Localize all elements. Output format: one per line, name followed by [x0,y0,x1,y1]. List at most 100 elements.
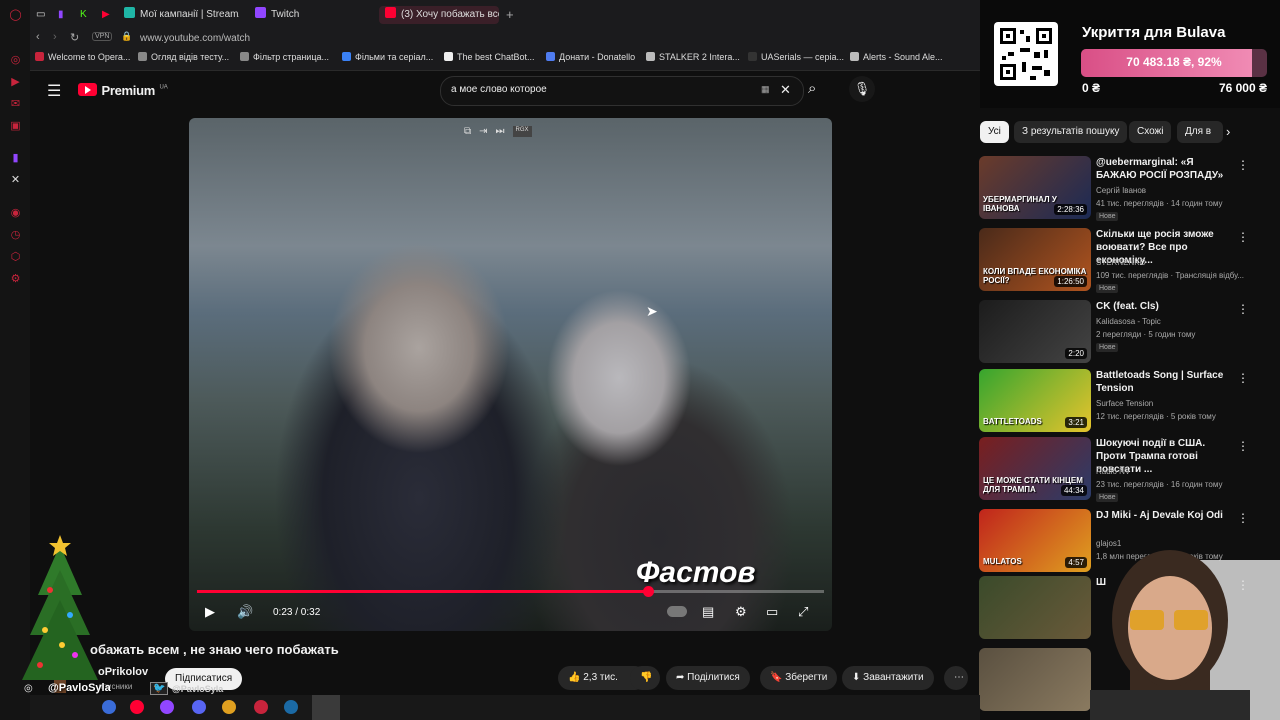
more-options-icon[interactable]: ⋮ [1237,158,1249,172]
autoplay-toggle[interactable] [667,606,687,617]
more-options-icon[interactable]: ⋮ [1237,439,1249,453]
settings-gear-icon[interactable]: ⚙ [735,604,747,620]
more-options-icon[interactable]: ⋮ [1237,371,1249,385]
discord-taskbar-icon[interactable] [192,700,206,714]
chip-all[interactable]: Усі [980,121,1009,143]
related-title[interactable]: @uebermarginal: «Я БАЖАЮ РОСІЇ РОЗПАДУ» [1096,156,1226,182]
subtitles-icon[interactable]: ▤ [702,604,714,620]
video-thumbnail[interactable]: ЦЕ МОЖЕ СТАТИ КІНЦЕМ ДЛЯ ТРАМПА 44:34 [979,437,1091,500]
related-video-item[interactable]: КОЛИ ВПАДЕ ЕКОНОМІКА РОСІЇ? 1:26:50 Скільк… [979,228,1269,293]
chip-from-search[interactable]: З результатів пошуку [1014,121,1128,143]
related-channel[interactable]: Kalidasosa - Topic [1096,317,1161,326]
related-channel[interactable]: Radio NV [1096,467,1130,476]
progress-bar[interactable] [197,586,824,597]
steam-taskbar-icon[interactable] [284,700,298,714]
twitch-taskbar-icon[interactable] [160,700,174,714]
chip-for-you[interactable]: Для в [1177,121,1223,143]
chip-similar[interactable]: Схожі [1129,121,1172,143]
fullscreen-icon[interactable]: ⤢ [798,604,808,620]
bookmark-item[interactable]: Огляд відів тесту... [138,52,229,62]
extensions-icon[interactable]: ⬡ [9,251,22,264]
video-thumbnail[interactable]: BATTLETOADS 3:21 [979,369,1091,432]
play-icon[interactable]: ▶ [205,604,215,620]
related-title[interactable]: Battletoads Song | Surface Tension [1096,369,1226,395]
share-button[interactable]: ➦ Поділитися [666,666,750,690]
messenger-icon[interactable]: ✉ [9,98,22,111]
back-icon[interactable]: ‹ [36,31,40,43]
bookmark-item[interactable]: UASerials — серіа... [748,52,844,62]
microphone-icon[interactable]: 🎙 [849,76,875,102]
related-video-item[interactable]: УБЕРМАРГИНАЛ У ІВАНОВА 2:28:36 @uebermargi… [979,156,1269,221]
tab-pinned-twitch-icon[interactable]: ▮ [58,6,70,24]
related-channel[interactable]: STERNENKO [1096,258,1146,267]
tab-streamadv[interactable]: Мої кампанії | StreamAdv [124,6,239,24]
tab-overview-icon[interactable]: ▭ [36,6,48,24]
dislike-button[interactable]: 👎 [630,666,660,690]
youtube-taskbar-icon[interactable] [130,700,144,714]
sidebar-icon-2[interactable]: ▶ [9,76,22,89]
pip-icon[interactable]: ⧉ [464,126,471,137]
related-channel[interactable]: Surface Tension [1096,399,1153,408]
bookmark-item[interactable]: Фільми та серіал... [342,52,433,62]
url-field[interactable]: www.youtube.com/watch [140,31,480,46]
related-video-item[interactable]: 2:20 CK (feat. Cls) Kalidasosa - Topic 2 пе… [979,300,1269,364]
bookmark-favicon-icon [240,52,249,61]
tab-pinned-kick-icon[interactable]: K [80,6,92,24]
sidebar-icon-1[interactable]: ◎ [9,54,22,67]
related-channel[interactable]: Сергій Іванов [1096,186,1146,195]
search-input[interactable]: а мое слово которое [451,84,547,95]
more-options-icon[interactable]: ⋮ [1237,302,1249,316]
related-title[interactable]: CK (feat. Cls) [1096,300,1226,313]
download-button[interactable]: ⬇ Завантажити [842,666,934,690]
related-video-item[interactable]: BATTLETOADS 3:21 Battletoads Song | Surfac… [979,369,1269,433]
youtube-logo[interactable]: Premium UA [78,82,168,100]
progress-scrubber[interactable] [643,586,655,597]
related-video-item[interactable]: ЦЕ МОЖЕ СТАТИ КІНЦЕМ ДЛЯ ТРАМПА 44:34 Шоку… [979,437,1269,502]
more-options-icon[interactable]: ⋮ [1237,230,1249,244]
chips-next-icon[interactable]: › [1226,124,1230,139]
obs-taskbar-icon[interactable] [254,700,268,714]
record-icon[interactable]: ◉ [9,207,22,220]
vpn-badge[interactable]: VPN [92,32,113,41]
volume-icon[interactable]: 🔊 [237,604,253,620]
bookmark-item[interactable]: Welcome to Opera... [35,52,130,62]
tab-youtube-active[interactable]: (3) Хочу побажать все [379,6,499,24]
search-icon[interactable]: ⌕ [808,80,816,97]
video-player[interactable]: ⧉ ⇥ ⏭ RGX ➤ Фастов ▶ 🔊 0:23 / 0:32 ▤ ⚙ ▭… [189,118,832,631]
video-thumbnail[interactable]: КОЛИ ВПАДЕ ЕКОНОМІКА РОСІЇ? 1:26:50 [979,228,1091,291]
chrome-taskbar-icon[interactable] [222,700,236,714]
related-title[interactable]: DJ Miki - Aj Devale Koj Odi [1096,509,1226,522]
more-actions-button[interactable]: ⋯ [944,666,968,690]
twitch-icon[interactable]: ▮ [9,152,22,165]
bookmark-item[interactable]: Alerts - Sound Ale... [850,52,943,62]
save-button[interactable]: 🔖 Зберегти [760,666,838,690]
sidebar-icon-3[interactable]: ▣ [9,120,22,133]
video-thumbnail[interactable]: УБЕРМАРГИНАЛ У ІВАНОВА 2:28:36 [979,156,1091,219]
menu-icon[interactable]: ☰ [47,81,61,101]
video-thumbnail[interactable]: 2:20 [979,300,1091,363]
reload-icon[interactable]: ↻ [70,31,79,44]
search-box[interactable]: а мое слово которое ▦ ✕ [440,76,804,106]
theater-mode-icon[interactable]: ▭ [766,604,778,620]
opera-taskbar-icon-active[interactable] [312,695,340,720]
bookmark-item[interactable]: The best ChatBot... [444,52,535,62]
bookmark-item[interactable]: Донати - Donatello [546,52,635,62]
forward-icon[interactable]: › [53,31,57,43]
opera-icon[interactable]: ◯ [9,9,22,22]
new-tab-icon[interactable]: + [506,6,518,24]
bookmark-item[interactable]: Фільтр страница... [240,52,329,62]
tab-twitch[interactable]: Twitch [255,6,365,24]
x-icon[interactable]: ✕ [9,174,22,187]
channel-name[interactable]: oPrikolov [98,666,148,678]
exit-icon[interactable]: ⇥ [479,126,487,137]
taskbar-app-icon[interactable] [102,700,116,714]
skip-icon[interactable]: ⏭ [496,126,505,137]
bookmark-item[interactable]: STALKER 2 Intera... [646,52,740,62]
rgx-icon[interactable]: RGX [512,126,532,137]
settings-icon[interactable]: ⚙ [9,273,22,286]
more-options-icon[interactable]: ⋮ [1237,511,1249,525]
tab-pinned-youtube-icon[interactable]: ▶ [102,6,114,24]
clear-search-icon[interactable]: ✕ [780,82,791,98]
keyboard-icon[interactable]: ▦ [761,84,770,95]
history-icon[interactable]: ◷ [9,229,22,242]
